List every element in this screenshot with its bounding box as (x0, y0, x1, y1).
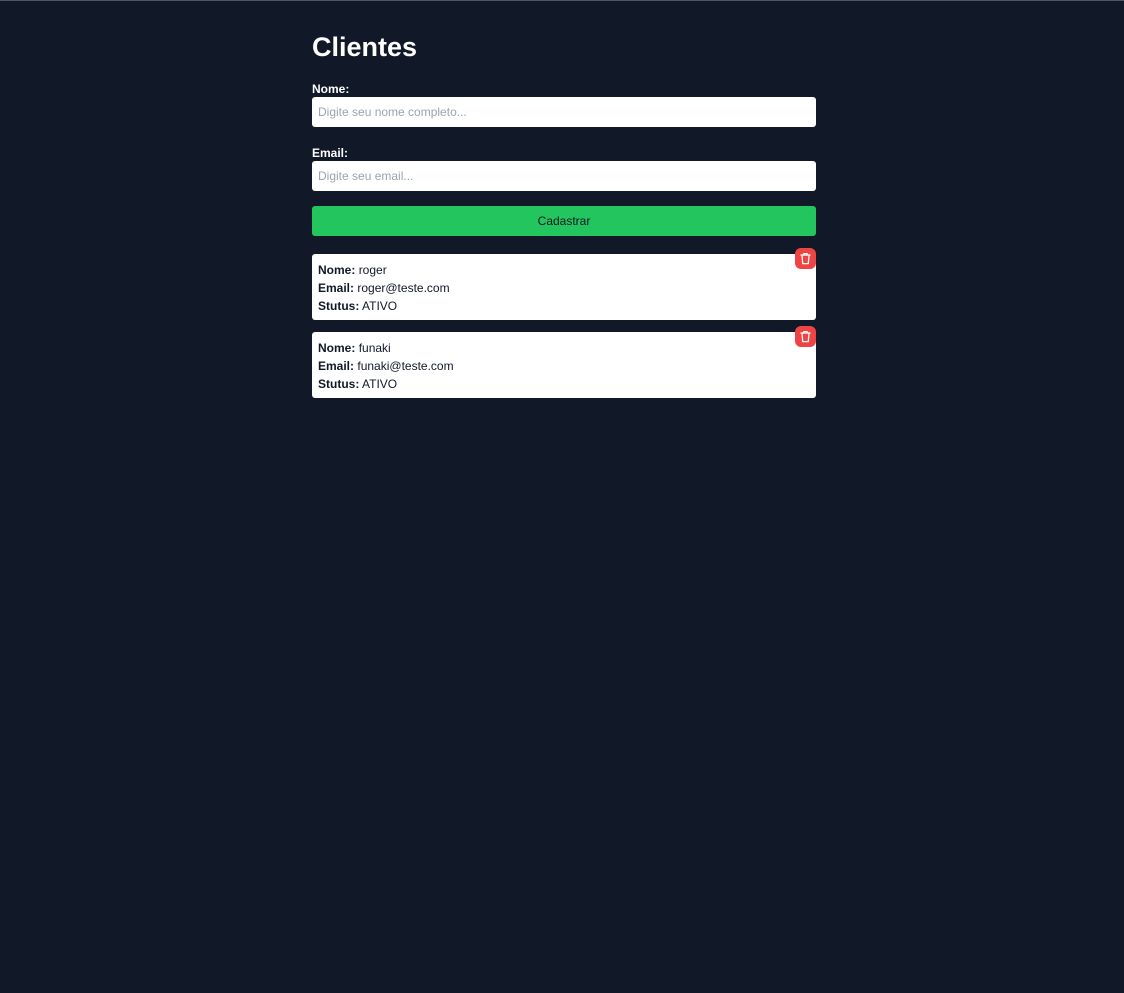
delete-client-button[interactable] (795, 326, 816, 347)
client-list: Nome: roger Email: roger@teste.com Stutu… (312, 248, 816, 398)
client-email: funaki@teste.com (357, 359, 454, 373)
client-status-line: Stutus: ATIVO (318, 375, 810, 393)
trash-icon (800, 330, 811, 343)
client-card: Nome: roger Email: roger@teste.com Stutu… (312, 248, 816, 320)
register-button[interactable]: Cadastrar (312, 206, 816, 236)
client-card: Nome: funaki Email: funaki@teste.com Stu… (312, 326, 816, 398)
client-name: funaki (358, 341, 391, 355)
client-status-key: Stutus: (318, 299, 360, 313)
name-input[interactable] (312, 97, 816, 127)
client-form: Nome: Email: Cadastrar (312, 82, 816, 236)
name-label: Nome: (312, 82, 350, 96)
client-name-line: Nome: funaki (318, 339, 810, 357)
client-name-key: Nome: (318, 263, 356, 277)
client-status: ATIVO (362, 299, 398, 313)
client-status-key: Stutus: (318, 377, 360, 391)
client-status: ATIVO (362, 377, 398, 391)
email-input[interactable] (312, 161, 816, 191)
client-name-key: Nome: (318, 341, 356, 355)
clients-page: Clientes Nome: Email: Cadastrar Nome: ro… (312, 30, 816, 410)
client-email-key: Email: (318, 281, 355, 295)
client-email-line: Email: funaki@teste.com (318, 357, 810, 375)
client-name-line: Nome: roger (318, 261, 810, 279)
delete-client-button[interactable] (795, 248, 816, 269)
client-status-line: Stutus: ATIVO (318, 297, 810, 315)
client-email-key: Email: (318, 359, 355, 373)
window-top-border (0, 0, 1124, 1)
page-title: Clientes (312, 32, 418, 62)
client-email: roger@teste.com (357, 281, 450, 295)
client-email-line: Email: roger@teste.com (318, 279, 810, 297)
client-name: roger (358, 263, 387, 277)
email-label: Email: (312, 146, 349, 160)
trash-icon (800, 252, 811, 265)
